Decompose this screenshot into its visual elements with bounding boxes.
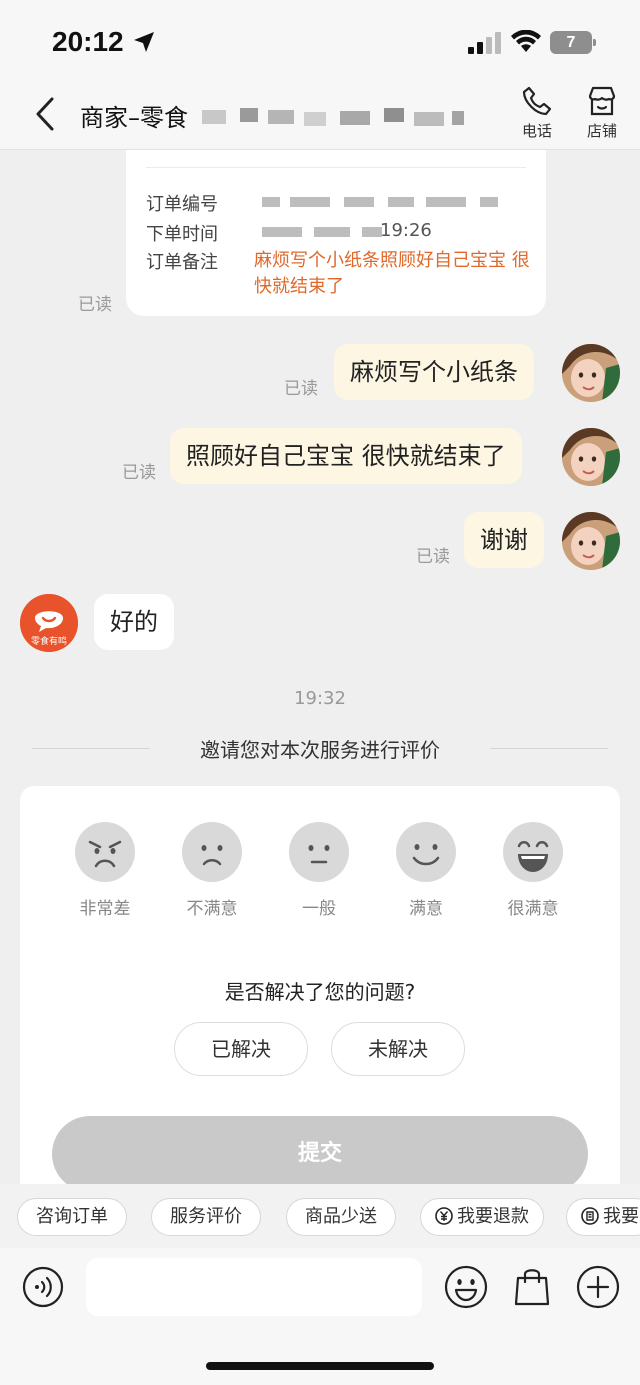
order-note-row: 订单备注 麻烦写个小纸条照顾好自己宝宝 很快就结束了 (146, 248, 530, 297)
message-bubble-self[interactable]: 麻烦写个小纸条 (334, 344, 534, 400)
message-bubble-self[interactable]: 谢谢 (464, 512, 544, 568)
call-button[interactable]: 电话 (512, 84, 562, 144)
status-bar: 20:12 7 (0, 0, 640, 80)
chip-label: 咨询订单 (36, 1206, 108, 1227)
very-bad-face-icon (75, 822, 135, 882)
quick-reply-refund[interactable]: 我要退款 (420, 1198, 544, 1236)
rating-label: 很满意 (507, 899, 559, 919)
message-timestamp: 19:32 (294, 688, 346, 709)
input-bar (0, 1248, 640, 1385)
order-time-value: 19:26 (380, 220, 432, 241)
very-satisfied-face-icon (503, 822, 563, 882)
chip-label: 我要退款 (457, 1206, 529, 1227)
order-number-label: 订单编号 (146, 194, 218, 215)
chip-label: 服务评价 (170, 1206, 242, 1227)
location-arrow-icon (134, 32, 154, 52)
order-number-row: 订单编号 (146, 190, 498, 216)
neutral-face-icon (289, 822, 349, 882)
store-button[interactable]: 店铺 (577, 84, 627, 144)
read-status: 已读 (78, 295, 112, 315)
rating-option-unsatisfied[interactable]: 不满意 (172, 822, 252, 919)
chip-label: 我要 (603, 1206, 639, 1227)
rating-option-very-bad[interactable]: 非常差 (65, 822, 145, 919)
message-bubble-shop[interactable]: 好的 (94, 594, 174, 650)
user-avatar[interactable] (562, 512, 620, 570)
rating-option-neutral[interactable]: 一般 (279, 822, 359, 919)
rating-label: 非常差 (79, 899, 131, 919)
message-bubble-self[interactable]: 照顾好自己宝宝 很快就结束了 (170, 428, 522, 484)
rating-label: 不满意 (186, 899, 238, 919)
cellular-signal-icon (468, 32, 501, 54)
back-chevron-icon[interactable] (30, 96, 60, 132)
rating-label: 满意 (409, 899, 443, 919)
shop-avatar[interactable]: 零食有鸣 (20, 594, 78, 652)
shop-logo-icon: 零食有鸣 (20, 594, 78, 652)
chat-title: 商家–零食 (80, 104, 188, 132)
redacted-shop-name (200, 102, 490, 132)
user-avatar-image (562, 428, 620, 486)
read-status: 已读 (284, 379, 318, 399)
shop-avatar-text: 零食有鸣 (31, 635, 67, 647)
read-status: 已读 (416, 547, 450, 567)
order-note-label: 订单备注 (146, 252, 218, 273)
rating-option-satisfied[interactable]: 满意 (386, 822, 466, 919)
quick-reply-bar: 咨询订单 服务评价 商品少送 我要退款 我要 (0, 1184, 640, 1248)
read-status: 已读 (122, 463, 156, 483)
rating-label: 一般 (302, 899, 336, 919)
resolved-button[interactable]: 已解决 (174, 1022, 308, 1076)
order-time-row: 下单时间 19:26 (146, 220, 432, 246)
user-avatar[interactable] (562, 344, 620, 402)
quick-reply-service-review[interactable]: 服务评价 (151, 1198, 261, 1236)
submit-rating-button[interactable]: 提交 (52, 1116, 588, 1192)
chip-label: 商品少送 (305, 1206, 377, 1227)
call-label: 电话 (521, 122, 552, 140)
phone-icon (522, 86, 552, 116)
home-indicator[interactable] (206, 1362, 434, 1370)
rating-invite: 邀请您对本次服务进行评价 (0, 734, 640, 764)
battery-level: 7 (550, 31, 592, 54)
battery-icon: 7 (550, 31, 596, 54)
quick-reply-more[interactable]: 我要 (566, 1198, 640, 1236)
shopping-bag-icon[interactable] (510, 1264, 554, 1308)
rating-card: 非常差 不满意 一般 满意 很满意 是否解决了您的问题? 已解决 未解决 提交 (20, 786, 620, 1192)
quick-reply-missing-items[interactable]: 商品少送 (286, 1198, 396, 1236)
emoji-icon[interactable] (444, 1265, 488, 1309)
status-time: 20:12 (52, 26, 124, 57)
resolved-question: 是否解决了您的问题? (224, 980, 416, 1004)
voice-icon[interactable] (22, 1266, 64, 1308)
user-avatar[interactable] (562, 428, 620, 486)
store-icon (588, 86, 616, 116)
yuan-circle-icon (435, 1207, 453, 1225)
user-avatar-image (562, 344, 620, 402)
quick-reply-consult-order[interactable]: 咨询订单 (17, 1198, 127, 1236)
order-note-text: 麻烦写个小纸条照顾好自己宝宝 很快就结束了 (254, 250, 530, 297)
receipt-circle-icon (581, 1207, 599, 1225)
plus-icon[interactable] (576, 1265, 620, 1309)
unresolved-button[interactable]: 未解决 (331, 1022, 465, 1076)
message-input[interactable] (86, 1258, 422, 1316)
chat-header: 商家–零食 电话 店铺 (0, 80, 640, 150)
store-label: 店铺 (586, 122, 617, 140)
order-card[interactable]: 订单编号 下单时间 19:26 订单备注 麻烦写个小纸条照顾好自己宝宝 很快就结… (126, 150, 546, 316)
unsatisfied-face-icon (182, 822, 242, 882)
satisfied-face-icon (396, 822, 456, 882)
user-avatar-image (562, 512, 620, 570)
order-time-label: 下单时间 (146, 224, 218, 245)
rating-option-very-satisfied[interactable]: 很满意 (493, 822, 573, 919)
wifi-icon (511, 30, 541, 52)
